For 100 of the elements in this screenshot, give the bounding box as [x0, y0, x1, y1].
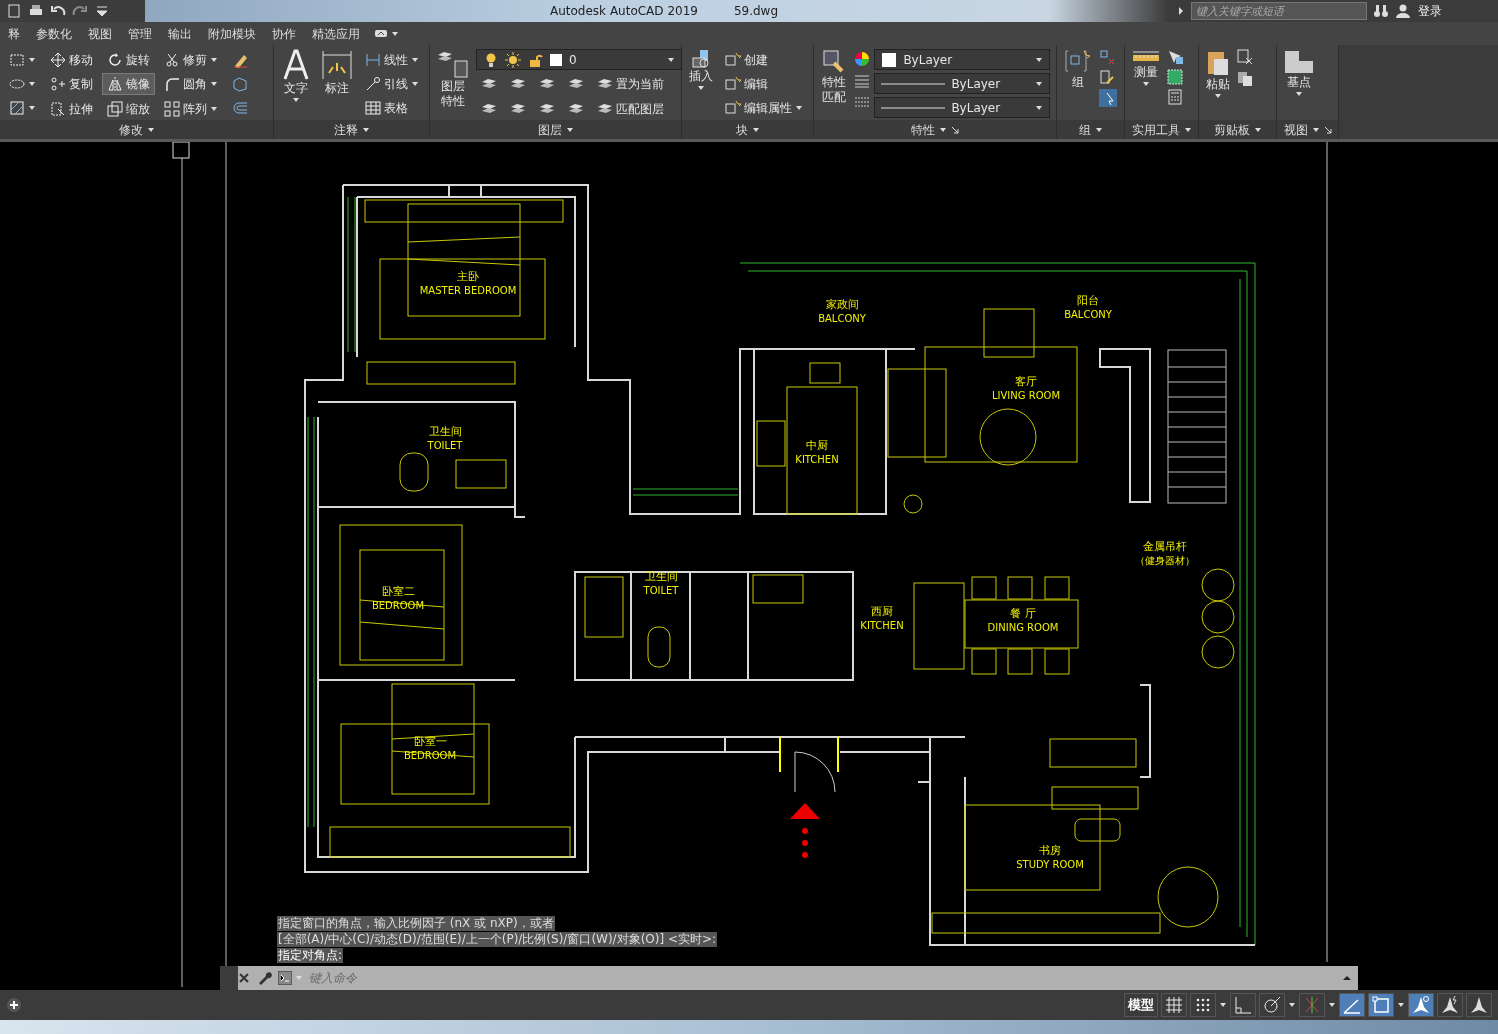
dimension-tool-button[interactable]: 标注 — [318, 49, 356, 120]
ribbon-tab[interactable]: 协作 — [264, 24, 304, 43]
tool-button[interactable]: 圆角 — [159, 73, 223, 96]
color-dropdown[interactable]: ByLayer — [874, 49, 1051, 70]
status-toggle[interactable] — [1339, 993, 1365, 1017]
ribbon-tab[interactable]: 管理 — [120, 24, 160, 43]
doc-icon[interactable] — [6, 3, 22, 19]
color-wheel-icon — [854, 51, 871, 67]
minimize-ribbon-icon[interactable] — [374, 28, 388, 39]
room-name-english: BEDROOM — [371, 600, 425, 611]
tool-button[interactable]: 镜像 — [102, 73, 155, 96]
mirror-icon — [107, 76, 123, 93]
block-icon — [725, 100, 741, 116]
ribbon-tab[interactable]: 参数化 — [28, 24, 80, 43]
insert-button[interactable]: 插入 — [686, 49, 716, 120]
tool-button[interactable]: 创建 — [720, 49, 808, 71]
status-toggle[interactable] — [1437, 993, 1463, 1017]
caret-icon — [565, 125, 574, 134]
status-toggle[interactable] — [1190, 993, 1216, 1017]
status-toggle[interactable] — [1230, 993, 1256, 1017]
status-toggle[interactable] — [1466, 993, 1492, 1017]
clipboard-icon — [1206, 49, 1230, 77]
panel-title[interactable]: 特性 — [814, 120, 1056, 139]
leader-icon — [365, 76, 381, 92]
tool-button[interactable]: 修剪 — [159, 49, 223, 71]
tool-button[interactable]: 阵列 — [159, 97, 223, 120]
binoculars-icon[interactable] — [1373, 3, 1389, 19]
status-toggle[interactable] — [1259, 993, 1285, 1017]
dialog-launcher-icon[interactable] — [1323, 125, 1332, 134]
room-name-english: DINING ROOM — [987, 622, 1059, 633]
panel-title[interactable]: 剪贴板 — [1199, 120, 1276, 139]
caret-icon — [1035, 79, 1044, 88]
panel-title[interactable]: 注释 — [274, 120, 429, 139]
stretch-icon — [50, 100, 66, 117]
select-all-icon[interactable] — [1167, 69, 1183, 85]
cut-icon[interactable] — [1237, 49, 1253, 65]
room-name: 卧室二 — [381, 585, 415, 598]
caret-icon — [1142, 80, 1150, 88]
tool-button[interactable]: 线性 — [360, 49, 424, 71]
tool-button[interactable]: 复制 — [45, 73, 98, 96]
group-edit-icon[interactable] — [1099, 69, 1115, 85]
tool-button[interactable]: 编辑 — [720, 73, 808, 95]
tool-button[interactable]: 缩放 — [102, 97, 155, 120]
ungroup-icon[interactable] — [1099, 49, 1115, 65]
match-properties-button[interactable]: 特性匹配 — [818, 49, 851, 120]
menu-icon[interactable] — [94, 3, 110, 19]
measure-button[interactable]: 测量 — [1129, 49, 1163, 120]
tool-button[interactable]: 编辑属性 — [720, 97, 808, 119]
line-sample-icon — [881, 80, 946, 87]
base-point-button[interactable]: 基点 — [1281, 49, 1317, 120]
ortho-icon — [1233, 995, 1253, 1015]
status-toggle[interactable] — [1161, 993, 1187, 1017]
panel-title[interactable]: 组 — [1057, 120, 1124, 139]
ribbon-tab[interactable]: 视图 — [80, 24, 120, 43]
copy-clip-icon[interactable] — [1237, 71, 1253, 87]
layer-properties-button[interactable]: 图层特性 — [434, 49, 472, 120]
model-space-button[interactable]: 模型 — [1124, 993, 1158, 1017]
caret-icon — [939, 125, 947, 134]
ribbon-tab[interactable]: 释 — [0, 24, 28, 43]
line-sample-icon — [881, 104, 946, 111]
caret-icon — [795, 104, 803, 112]
dialog-launcher-icon[interactable] — [951, 125, 959, 134]
quick-select-icon[interactable] — [1167, 49, 1183, 65]
text-tool-button[interactable]: 文字 — [278, 49, 314, 120]
scroll-button[interactable] — [1336, 966, 1358, 990]
tool-button[interactable]: 匹配图层 — [592, 98, 669, 120]
tool-button[interactable]: 置为当前 — [592, 73, 669, 95]
command-prompt-icon[interactable] — [278, 971, 292, 985]
tool-button[interactable]: 拉伸 — [45, 97, 98, 120]
tool-button[interactable]: 移动 — [45, 49, 98, 71]
layer-dropdown[interactable]: 0 — [476, 49, 682, 70]
caret-icon — [210, 104, 218, 113]
ribbon-tab[interactable]: 附加模块 — [200, 24, 264, 43]
caret-icon — [1311, 125, 1320, 134]
status-toggle[interactable] — [1368, 993, 1394, 1017]
caret-icon — [1219, 1001, 1227, 1009]
tool-button[interactable]: 引线 — [360, 73, 424, 95]
tool-button[interactable]: 表格 — [360, 97, 424, 119]
calculator-icon[interactable] — [1167, 89, 1183, 105]
status-toggle[interactable] — [1408, 993, 1434, 1017]
panel-title[interactable]: 图层 — [430, 120, 681, 139]
add-layout-icon[interactable] — [6, 997, 22, 1013]
tool-button[interactable]: 旋转 — [102, 49, 155, 71]
linetype-dropdown[interactable]: ByLayer — [874, 73, 1051, 94]
group-select-icon[interactable] — [1099, 89, 1117, 107]
panel-title[interactable]: 实用工具 — [1125, 120, 1198, 139]
user-icon — [1395, 3, 1411, 19]
panel-title[interactable]: 视图 — [1277, 120, 1338, 139]
group-button[interactable]: 组 — [1061, 49, 1095, 120]
search-field[interactable]: 键入关键字或短语 — [1191, 2, 1367, 20]
lineweight-dropdown[interactable]: ByLayer — [874, 97, 1051, 118]
ribbon-tab[interactable]: 精选应用 — [304, 24, 368, 43]
panel-title[interactable]: 块 — [682, 120, 813, 139]
ribbon-tab[interactable]: 输出 — [160, 24, 200, 43]
close-icon[interactable] — [238, 972, 250, 984]
status-toggle[interactable] — [1299, 993, 1325, 1017]
login-link[interactable]: 登录 — [1417, 1, 1443, 21]
paste-button[interactable]: 粘贴 — [1203, 49, 1233, 120]
command-input[interactable]: 键入命令 — [309, 966, 1336, 990]
panel-title[interactable]: 修改 — [0, 120, 273, 139]
